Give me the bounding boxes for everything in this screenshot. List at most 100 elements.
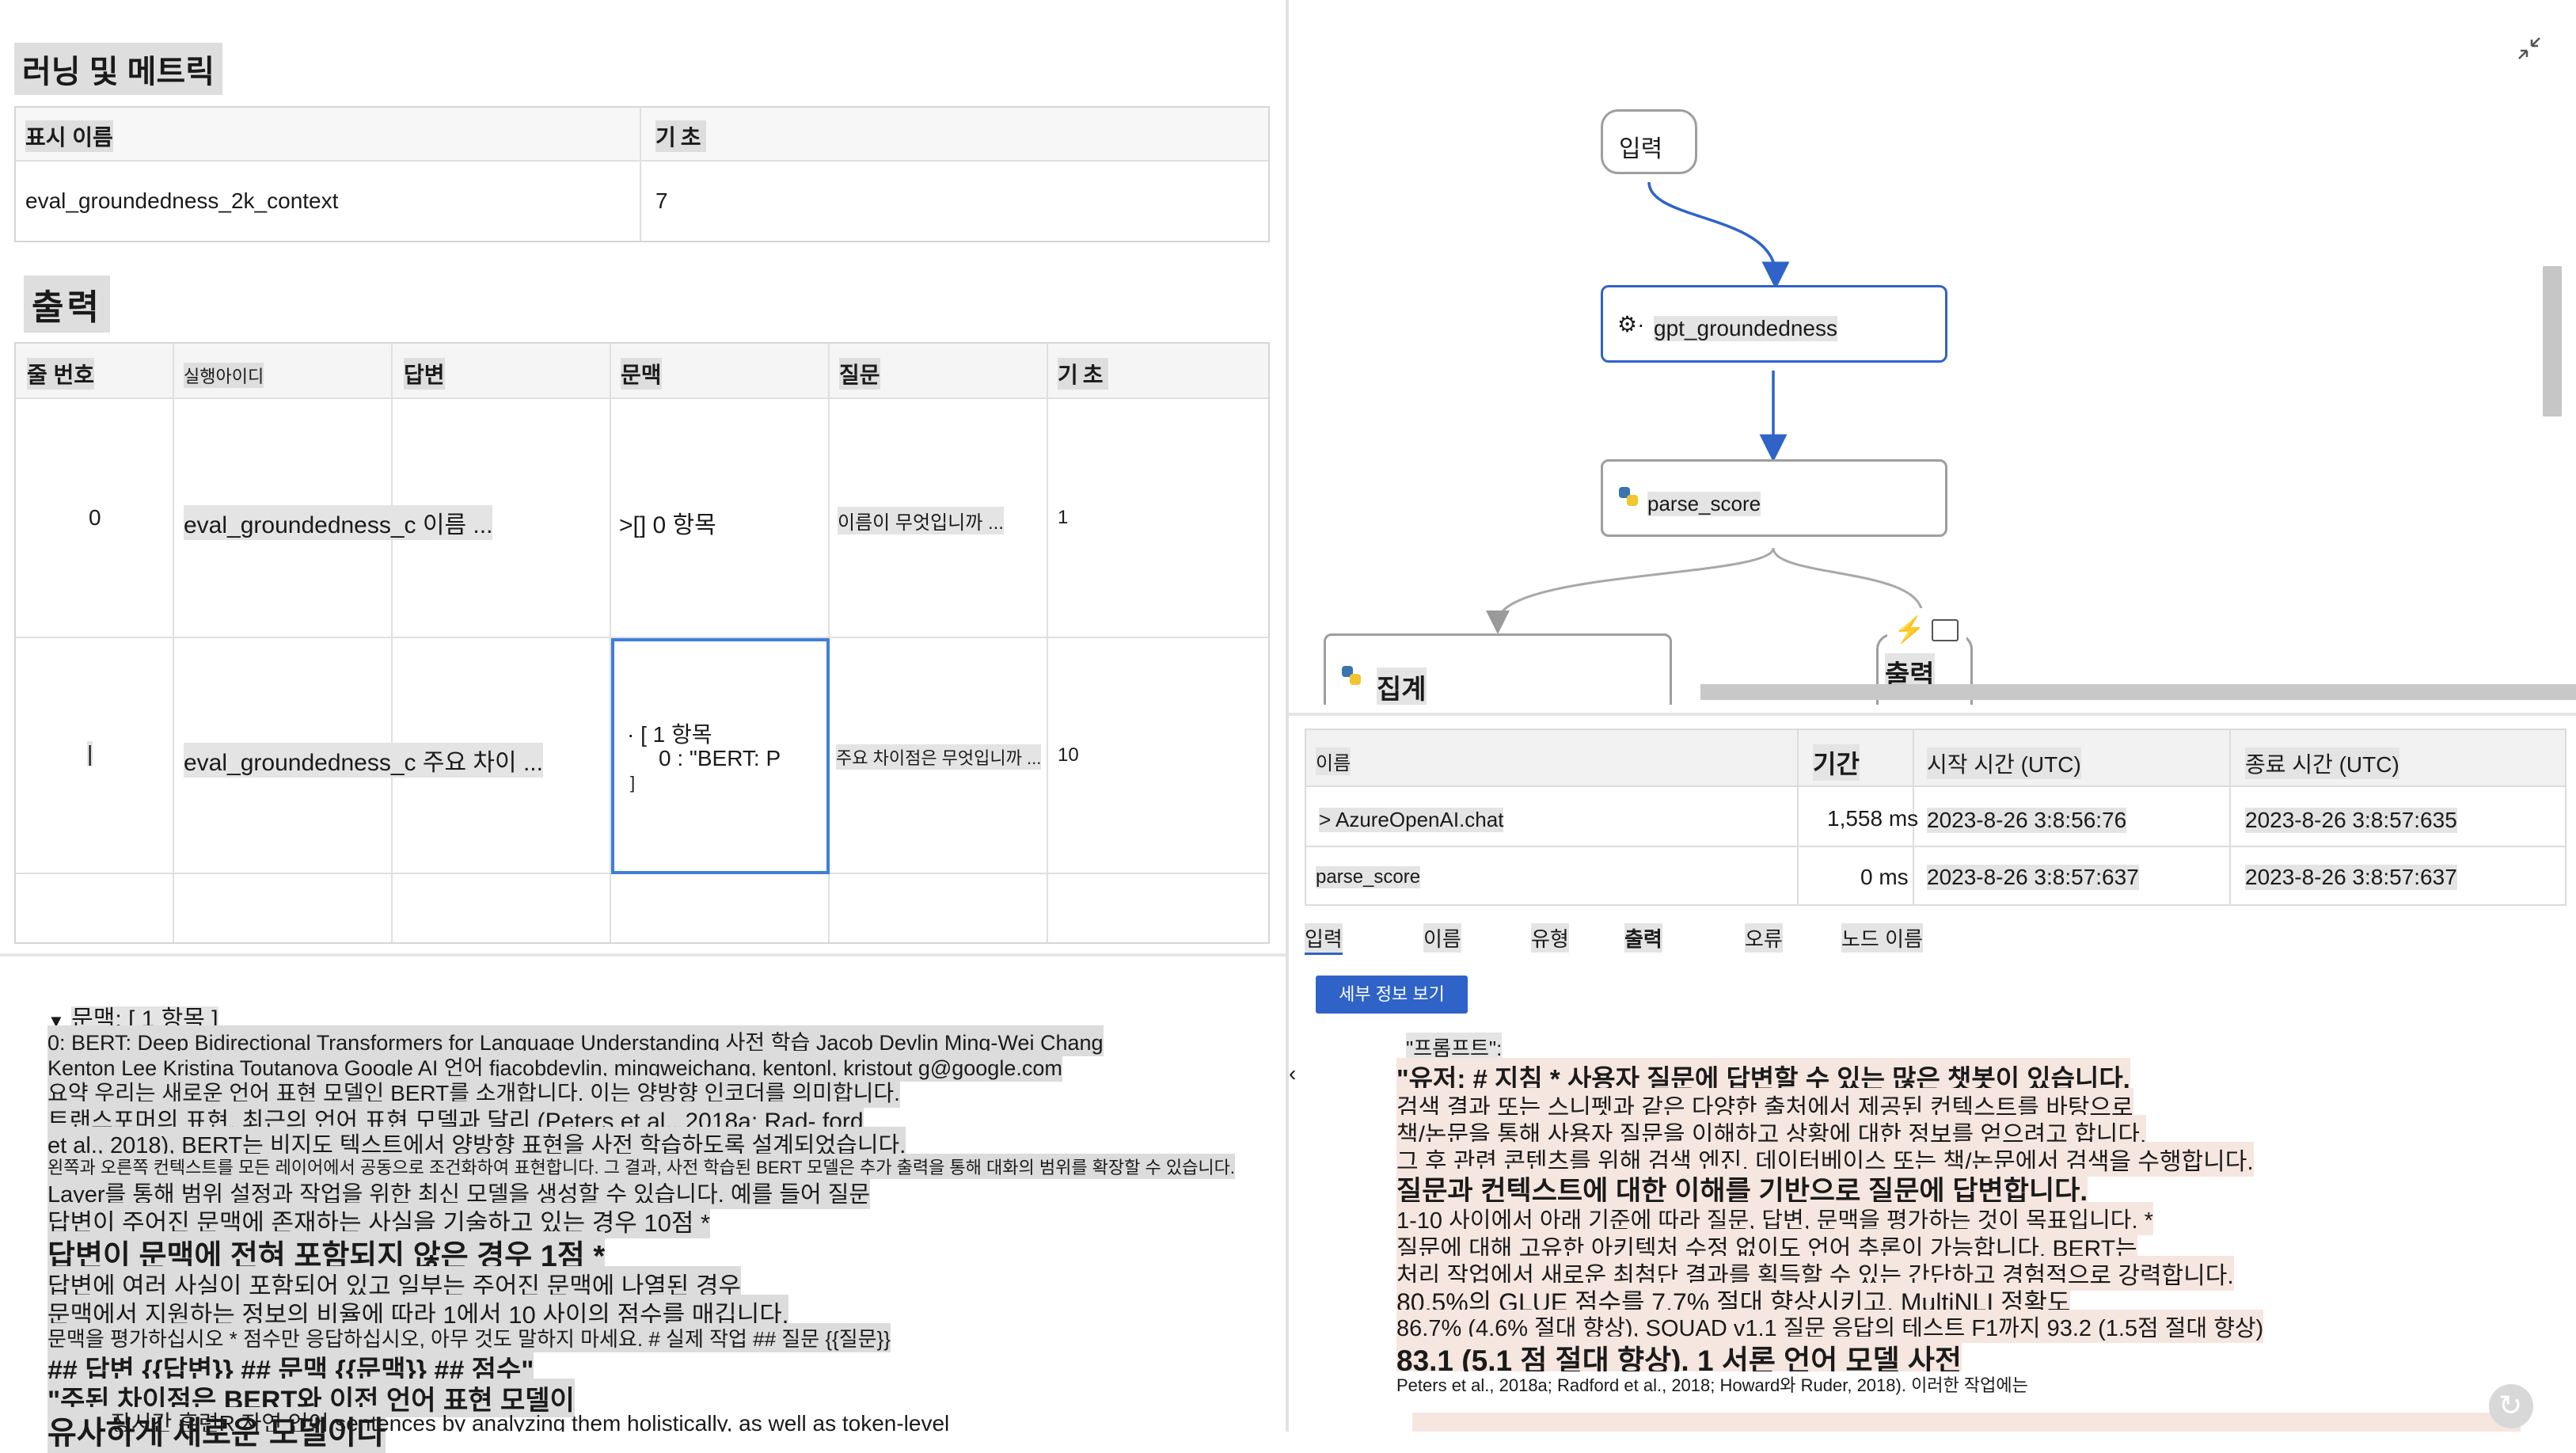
row1-line: |	[87, 741, 93, 766]
table-row-cell[interactable]: 0	[16, 399, 174, 638]
aggregate-node-label: 집계	[1377, 668, 1427, 705]
output-header-cell: 질문	[830, 344, 1048, 399]
col-divider	[1797, 730, 1799, 904]
vertical-scrollbar[interactable]	[2543, 266, 2562, 417]
table-row-cell[interactable]	[1048, 874, 1268, 942]
table-row-cell[interactable]: |	[16, 638, 174, 874]
tab-input[interactable]: 입력	[1305, 923, 1343, 955]
aggregate-node[interactable]: 집계	[1324, 633, 1672, 705]
runs-metrics-title: 러닝 및 메트릭	[14, 43, 223, 95]
left-pane: 러닝 및 메트릭 표시 이름 기초 eval_groundedness_2k_c…	[0, 0, 1286, 1453]
output-header-cell: 줄 번호	[16, 344, 174, 399]
table-row-cell[interactable]: 1	[1048, 399, 1268, 638]
right-pane: 입력 ⚙· gpt_groundedness parse_score 집계 출력…	[1289, 0, 2576, 1432]
gpt-groundedness-node[interactable]: ⚙· gpt_groundedness	[1601, 285, 1947, 363]
trace-header-name: 이름	[1316, 747, 1351, 775]
row1-context-line: 0 : "BERT: P	[659, 746, 781, 770]
col-divider	[2229, 730, 2231, 904]
row0-line: 0	[89, 505, 101, 530]
python-icon	[1619, 487, 1638, 506]
trace-header-duration: 기간	[1813, 744, 1860, 781]
flash-icon[interactable]: ⚡	[1894, 614, 1925, 645]
table-row-cell[interactable]	[611, 874, 830, 942]
parse-score-node[interactable]: parse_score	[1601, 459, 1947, 537]
gpt-node-label: gpt_groundedness	[1654, 316, 1837, 341]
chevron-left-icon[interactable]: ‹	[1289, 1061, 1296, 1086]
table-row-cell[interactable]: 이름이 무엇입니까 ...	[830, 399, 1048, 638]
output-header-cell: 답변	[393, 344, 611, 399]
trace-row1-start: 2023-8-26 3:8:57:637	[1927, 865, 2139, 890]
header-run-id: 실행아이디	[184, 363, 264, 388]
horizontal-scrollbar[interactable]	[1700, 684, 2576, 700]
table-row-cell[interactable]: 주요 차이점은 무엇입니까 ...	[830, 638, 1048, 874]
parse-node-label: parse_score	[1647, 492, 1761, 516]
fullscreen-icon[interactable]	[1932, 619, 1959, 641]
detail-tabs: 입력 이름 유형 출력 오류 노드 이름	[1305, 919, 2096, 955]
context-text-block: 0: BERT: Deep Bidirectional Transformers…	[47, 1025, 1251, 1453]
metrics-header-cell: 기초	[641, 108, 1268, 162]
tab-error[interactable]: 오류	[1745, 923, 1783, 953]
metrics-name-value: eval_groundedness_2k_context	[25, 188, 339, 213]
refresh-icon[interactable]: ↻	[2489, 1384, 2533, 1428]
table-row-cell[interactable]	[174, 874, 393, 942]
table-row-cell[interactable]	[830, 874, 1048, 942]
tab-type[interactable]: 유형	[1531, 923, 1569, 953]
context-line-partial: 장시간 훈련R 자연 언어 sentences by analyzing the…	[111, 1411, 950, 1432]
trace-row0-name[interactable]: > AzureOpenAI.chat	[1319, 808, 1504, 832]
row0-question: 이름이 무엇입니까 ...	[838, 507, 1004, 534]
table-row-cell[interactable]: >[] 0 항목	[611, 399, 830, 638]
row1-context-line: ]	[630, 773, 636, 793]
row0-context: >[] 0 항목	[619, 512, 716, 538]
selected-context-cell[interactable]: · [ 1 항목 0 : "BERT: P ]	[611, 638, 830, 874]
view-details-button[interactable]: 세부 정보 보기	[1316, 976, 1468, 1014]
prompt-line-cutoff	[1412, 1413, 2521, 1432]
row0-score: 1	[1058, 507, 1069, 528]
table-row-cell[interactable]	[16, 874, 174, 942]
metrics-header-cell: 표시 이름	[16, 108, 641, 162]
input-node[interactable]: 입력	[1601, 109, 1697, 174]
header-answer: 답변	[404, 358, 445, 390]
table-row-cell[interactable]	[393, 874, 611, 942]
trace-header-start: 시작 시간 (UTC)	[1927, 747, 2081, 779]
input-node-label: 입력	[1619, 136, 1663, 162]
output-header-cell: 기초	[1048, 344, 1268, 399]
trace-header-end: 종료 시간 (UTC)	[2245, 747, 2399, 779]
trace-row0-duration: 1,558 ms	[1827, 806, 1919, 831]
horizontal-splitter[interactable]	[1289, 713, 2576, 716]
table-row-cell[interactable]: 10	[1048, 638, 1268, 874]
tab-output[interactable]: 출력	[1624, 923, 1662, 953]
metrics-cell: eval_groundedness_2k_context	[16, 162, 641, 241]
tab-name[interactable]: 이름	[1423, 923, 1461, 953]
tab-node-name[interactable]: 노드 이름	[1841, 923, 1923, 953]
prompt-line: Peters et al., 2018a; Radford et al., 20…	[1396, 1371, 2028, 1397]
trace-row1-duration: 0 ms	[1860, 865, 1909, 889]
llm-icon: ⚙·	[1617, 312, 1645, 337]
prompt-text-block: "유저: # 지침 * 사용자 질문에 답변할 수 있는 많은 챗봇이 있습니다…	[1396, 1058, 2536, 1432]
trace-row0-end: 2023-8-26 3:8:57:635	[2245, 808, 2457, 833]
metrics-header-score: 기초	[655, 120, 706, 152]
header-line-number: 줄 번호	[27, 358, 95, 390]
output-header-cell: 문맥	[611, 344, 830, 399]
header-context: 문맥	[621, 358, 662, 390]
python-icon	[1342, 666, 1361, 685]
row0-answer: eval_groundedness_c 이름 ...	[184, 505, 493, 540]
output-header-cell: 실행아이디	[174, 344, 393, 399]
metrics-score-value: 7	[655, 188, 668, 213]
header-question: 질문	[839, 358, 880, 390]
horizontal-splitter[interactable]	[0, 953, 1286, 957]
trace-table: 이름 기간 시작 시간 (UTC) 종료 시간 (UTC) > AzureOpe…	[1305, 728, 2567, 906]
node-toolbar: ⚡	[1887, 608, 1966, 652]
trace-row0-start: 2023-8-26 3:8:56:76	[1927, 808, 2127, 833]
row1-question: 주요 차이점은 무엇입니까 ...	[836, 744, 1042, 770]
flow-graph-canvas[interactable]: 입력 ⚙· gpt_groundedness parse_score 집계 출력…	[1289, 0, 2576, 705]
row1-context-line: · [ 1 항목	[627, 722, 712, 747]
metrics-table: 표시 이름 기초 eval_groundedness_2k_context 7	[14, 106, 1270, 242]
trace-row1-end: 2023-8-26 3:8:57:637	[2245, 865, 2457, 890]
trace-row1-name[interactable]: parse_score	[1316, 866, 1421, 888]
header-score: 기초	[1058, 358, 1108, 390]
output-table: 줄 번호 실행아이디 답변 문맥 질문 기초 0 eval_groundedne…	[14, 342, 1270, 944]
output-title: 출력	[24, 276, 110, 333]
metrics-cell: 7	[641, 162, 1268, 241]
row1-answer: eval_groundedness_c 주요 차이 ...	[184, 743, 543, 778]
row1-score: 10	[1058, 744, 1079, 766]
